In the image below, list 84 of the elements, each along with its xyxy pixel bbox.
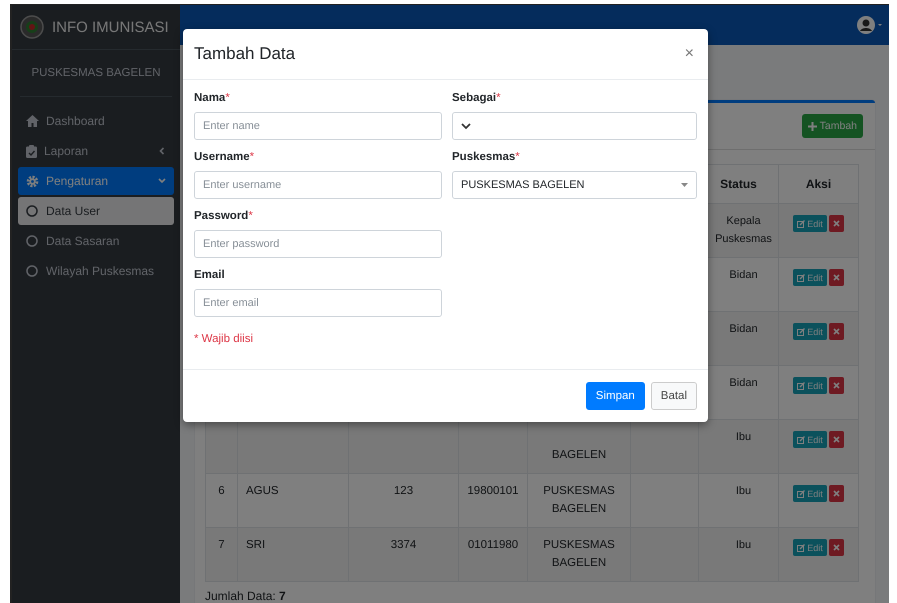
close-icon [832,328,840,335]
edit-icon [797,328,806,336]
sidebar-subitem[interactable]: Data User [18,197,174,225]
edit-icon [797,544,806,552]
edit-icon [797,490,806,498]
edit-icon [797,436,806,444]
field-label: Username* [194,151,256,163]
edit-button[interactable]: Edit [793,431,827,448]
delete-button[interactable] [828,323,844,340]
settings-icon [26,174,39,188]
user-avatar-icon[interactable] [857,16,883,34]
total-count: Jumlah Data: 7 [205,589,287,603]
status-cell-text: Bidan [729,322,758,337]
edit-icon [797,382,806,390]
field-label: Email [194,269,226,281]
field-label: Password* [194,210,254,222]
edit-icon [797,220,806,228]
sidebar-item[interactable]: Laporan [18,137,174,165]
edit-icon [797,274,806,282]
status-cell-text: Ibu [736,430,752,445]
field-label: Nama* [194,92,231,104]
chevron-down-icon [461,122,471,130]
sidebar-subitem[interactable]: Data Sasaran [18,227,174,255]
sidebar-subtitle: PUSKESMAS BAGELEN [20,50,172,97]
add-button[interactable]: Tambah [802,114,863,138]
input-field[interactable]: Enter username [194,171,442,199]
delete-button[interactable] [828,269,844,286]
close-icon [832,382,840,389]
delete-button[interactable] [828,377,844,394]
close-button[interactable]: × [682,45,696,63]
logo-icon [20,15,44,39]
clipboard-icon [26,144,37,158]
edit-button[interactable]: Edit [793,323,827,340]
sidebar-item[interactable]: Pengaturan [18,167,174,195]
close-icon [832,274,840,281]
modal-title: Tambah Data [194,44,296,64]
status-cell-text: Ibu [736,538,752,553]
table-cell-text: PUSKESMAS BAGELEN [542,538,616,571]
circle-icon [26,265,38,277]
select-field[interactable]: PUSKESMAS BAGELEN [452,171,697,199]
table-cell-text: 3374 [390,538,416,553]
circle-icon [26,235,38,247]
sidebar-subitem[interactable]: Wilayah Puskesmas [18,257,174,285]
field-label: Sebagai* [452,92,502,104]
input-field[interactable]: Enter password [194,230,442,258]
close-icon [832,436,840,443]
edit-button[interactable]: Edit [793,377,827,394]
edit-button[interactable]: Edit [793,269,827,286]
status-cell-text: Bidan [729,376,758,391]
edit-button[interactable]: Edit [793,485,827,502]
field-label: Puskesmas* [452,151,521,163]
home-icon [26,115,39,127]
delete-button[interactable] [828,539,844,556]
caret-down-icon [681,183,688,187]
delete-button[interactable] [828,215,844,232]
table-cell-text: 01011980 [468,538,518,553]
edit-button[interactable]: Edit [793,215,827,232]
edit-button[interactable]: Edit [793,539,827,556]
table-cell-text: PUSKESMAS BAGELEN [542,484,616,517]
table-cell-text: 7 [218,538,225,553]
table-cell-text: BAGELEN [552,448,606,463]
table-cell-text: SRI [246,538,266,553]
cancel-button[interactable]: Batal [650,382,697,410]
select-field[interactable] [452,112,697,140]
delete-button[interactable] [828,431,844,448]
brand-title: INFO IMUNISASI [52,18,169,36]
input-field[interactable]: Enter email [194,289,442,317]
table-cell-text: 19800101 [467,484,519,499]
table-cell-text: 6 [218,484,225,499]
status-cell-text: Bidan [729,268,758,283]
save-button[interactable]: Simpan [586,382,645,410]
table-cell-text: AGUS [246,484,279,499]
input-field[interactable]: Enter name [194,112,442,140]
close-icon [832,544,840,551]
status-cell-text: Ibu [736,484,752,499]
required-note: * Wajib diisi [194,333,254,345]
close-icon [832,220,840,227]
sidebar-item[interactable]: Dashboard [18,107,174,135]
table-cell-text: 123 [394,484,414,499]
plus-icon [808,122,817,130]
delete-button[interactable] [828,485,844,502]
circle-icon [26,205,38,217]
status-cell-text: Kepala Puskesmas [714,214,773,247]
close-icon [832,490,840,497]
